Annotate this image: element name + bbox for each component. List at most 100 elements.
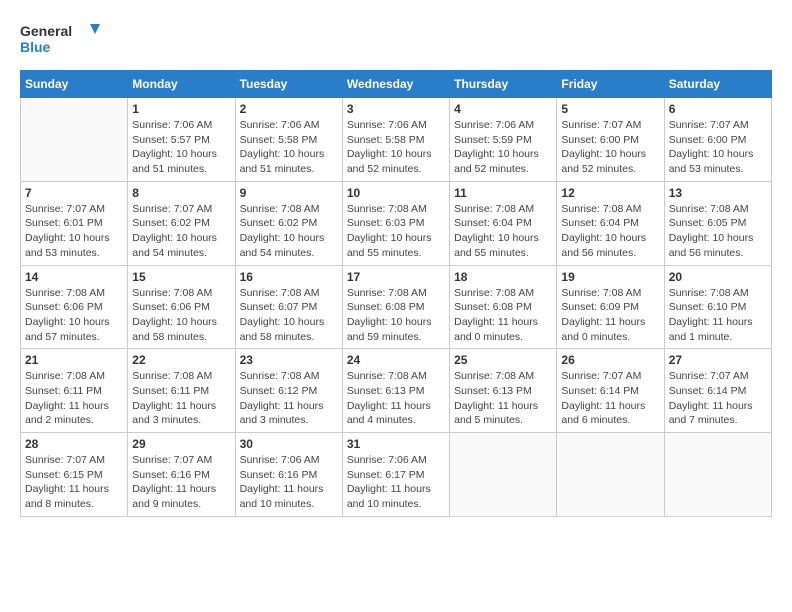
day-number: 2 — [240, 102, 338, 116]
day-number: 30 — [240, 437, 338, 451]
day-info: Sunrise: 7:08 AM Sunset: 6:04 PM Dayligh… — [561, 202, 659, 261]
day-number: 3 — [347, 102, 445, 116]
calendar-cell: 8 Sunrise: 7:07 AM Sunset: 6:02 PM Daylig… — [128, 181, 235, 265]
weekday-header-sunday: Sunday — [21, 71, 128, 98]
day-number: 28 — [25, 437, 123, 451]
calendar-cell: 21 Sunrise: 7:08 AM Sunset: 6:11 PM Dayli… — [21, 349, 128, 433]
day-info: Sunrise: 7:08 AM Sunset: 6:02 PM Dayligh… — [240, 202, 338, 261]
calendar-week-1: 1Sunrise: 7:06 AM Sunset: 5:57 PM Daylig… — [21, 98, 772, 182]
calendar-cell: 16 Sunrise: 7:08 AM Sunset: 6:07 PM Dayli… — [235, 265, 342, 349]
day-number: 6 — [669, 102, 767, 116]
calendar-header: SundayMondayTuesdayWednesdayThursdayFrid… — [21, 71, 772, 98]
calendar-body: 1Sunrise: 7:06 AM Sunset: 5:57 PM Daylig… — [21, 98, 772, 517]
day-number: 12 — [561, 186, 659, 200]
day-number: 14 — [25, 270, 123, 284]
calendar-cell: 23 Sunrise: 7:08 AM Sunset: 6:12 PM Dayli… — [235, 349, 342, 433]
calendar-cell: 2Sunrise: 7:06 AM Sunset: 5:58 PM Daylig… — [235, 98, 342, 182]
day-info: Sunrise: 7:08 AM Sunset: 6:13 PM Dayligh… — [454, 369, 552, 428]
calendar-week-4: 21 Sunrise: 7:08 AM Sunset: 6:11 PM Dayli… — [21, 349, 772, 433]
calendar-cell: 4 Sunrise: 7:06 AM Sunset: 5:59 PM Daylig… — [450, 98, 557, 182]
calendar-cell — [450, 433, 557, 517]
day-number: 7 — [25, 186, 123, 200]
day-info: Sunrise: 7:06 AM Sunset: 5:59 PM Dayligh… — [454, 118, 552, 177]
day-number: 27 — [669, 353, 767, 367]
day-number: 9 — [240, 186, 338, 200]
day-info: Sunrise: 7:08 AM Sunset: 6:09 PM Dayligh… — [561, 286, 659, 345]
weekday-header-thursday: Thursday — [450, 71, 557, 98]
calendar-cell: 14 Sunrise: 7:08 AM Sunset: 6:06 PM Dayli… — [21, 265, 128, 349]
day-info: Sunrise: 7:07 AM Sunset: 6:02 PM Dayligh… — [132, 202, 230, 261]
day-number: 22 — [132, 353, 230, 367]
weekday-header-saturday: Saturday — [664, 71, 771, 98]
day-info: Sunrise: 7:08 AM Sunset: 6:07 PM Dayligh… — [240, 286, 338, 345]
calendar-cell: 27Sunrise: 7:07 AM Sunset: 6:14 PM Dayli… — [664, 349, 771, 433]
calendar-cell: 19 Sunrise: 7:08 AM Sunset: 6:09 PM Dayli… — [557, 265, 664, 349]
calendar-cell: 6 Sunrise: 7:07 AM Sunset: 6:00 PM Daylig… — [664, 98, 771, 182]
day-info: Sunrise: 7:08 AM Sunset: 6:11 PM Dayligh… — [25, 369, 123, 428]
logo-icon: General Blue — [20, 20, 100, 60]
calendar-cell: 17 Sunrise: 7:08 AM Sunset: 6:08 PM Dayli… — [342, 265, 449, 349]
day-info: Sunrise: 7:08 AM Sunset: 6:08 PM Dayligh… — [454, 286, 552, 345]
calendar-cell: 30 Sunrise: 7:06 AM Sunset: 6:16 PM Dayli… — [235, 433, 342, 517]
day-info: Sunrise: 7:08 AM Sunset: 6:06 PM Dayligh… — [25, 286, 123, 345]
day-number: 15 — [132, 270, 230, 284]
calendar-cell — [21, 98, 128, 182]
weekday-header-row: SundayMondayTuesdayWednesdayThursdayFrid… — [21, 71, 772, 98]
day-info: Sunrise: 7:08 AM Sunset: 6:08 PM Dayligh… — [347, 286, 445, 345]
weekday-header-tuesday: Tuesday — [235, 71, 342, 98]
day-info: Sunrise: 7:08 AM Sunset: 6:03 PM Dayligh… — [347, 202, 445, 261]
day-number: 19 — [561, 270, 659, 284]
weekday-header-monday: Monday — [128, 71, 235, 98]
calendar-cell: 9 Sunrise: 7:08 AM Sunset: 6:02 PM Daylig… — [235, 181, 342, 265]
calendar-cell: 25 Sunrise: 7:08 AM Sunset: 6:13 PM Dayli… — [450, 349, 557, 433]
day-info: Sunrise: 7:08 AM Sunset: 6:06 PM Dayligh… — [132, 286, 230, 345]
calendar-cell: 13 Sunrise: 7:08 AM Sunset: 6:05 PM Dayli… — [664, 181, 771, 265]
day-info: Sunrise: 7:08 AM Sunset: 6:05 PM Dayligh… — [669, 202, 767, 261]
calendar-cell: 12 Sunrise: 7:08 AM Sunset: 6:04 PM Dayli… — [557, 181, 664, 265]
day-number: 1 — [132, 102, 230, 116]
calendar-cell: 26 Sunrise: 7:07 AM Sunset: 6:14 PM Dayli… — [557, 349, 664, 433]
calendar-cell: 20Sunrise: 7:08 AM Sunset: 6:10 PM Dayli… — [664, 265, 771, 349]
day-info: Sunrise: 7:08 AM Sunset: 6:12 PM Dayligh… — [240, 369, 338, 428]
day-info: Sunrise: 7:08 AM Sunset: 6:13 PM Dayligh… — [347, 369, 445, 428]
weekday-header-wednesday: Wednesday — [342, 71, 449, 98]
day-info: Sunrise: 7:06 AM Sunset: 6:16 PM Dayligh… — [240, 453, 338, 512]
day-number: 21 — [25, 353, 123, 367]
page-header: General Blue — [20, 20, 772, 60]
day-number: 5 — [561, 102, 659, 116]
calendar-cell: 1Sunrise: 7:06 AM Sunset: 5:57 PM Daylig… — [128, 98, 235, 182]
day-number: 16 — [240, 270, 338, 284]
calendar-cell: 10Sunrise: 7:08 AM Sunset: 6:03 PM Dayli… — [342, 181, 449, 265]
calendar-cell: 31Sunrise: 7:06 AM Sunset: 6:17 PM Dayli… — [342, 433, 449, 517]
day-info: Sunrise: 7:07 AM Sunset: 6:14 PM Dayligh… — [561, 369, 659, 428]
calendar-cell: 5 Sunrise: 7:07 AM Sunset: 6:00 PM Daylig… — [557, 98, 664, 182]
calendar-cell — [557, 433, 664, 517]
day-number: 11 — [454, 186, 552, 200]
day-number: 24 — [347, 353, 445, 367]
day-number: 23 — [240, 353, 338, 367]
calendar-cell: 24 Sunrise: 7:08 AM Sunset: 6:13 PM Dayli… — [342, 349, 449, 433]
day-info: Sunrise: 7:07 AM Sunset: 6:00 PM Dayligh… — [669, 118, 767, 177]
weekday-header-friday: Friday — [557, 71, 664, 98]
calendar-cell: 22Sunrise: 7:08 AM Sunset: 6:11 PM Dayli… — [128, 349, 235, 433]
day-info: Sunrise: 7:06 AM Sunset: 6:17 PM Dayligh… — [347, 453, 445, 512]
day-number: 8 — [132, 186, 230, 200]
calendar-cell: 7Sunrise: 7:07 AM Sunset: 6:01 PM Daylig… — [21, 181, 128, 265]
day-number: 26 — [561, 353, 659, 367]
day-number: 18 — [454, 270, 552, 284]
calendar-cell: 3Sunrise: 7:06 AM Sunset: 5:58 PM Daylig… — [342, 98, 449, 182]
calendar-week-3: 14 Sunrise: 7:08 AM Sunset: 6:06 PM Dayli… — [21, 265, 772, 349]
day-info: Sunrise: 7:08 AM Sunset: 6:10 PM Dayligh… — [669, 286, 767, 345]
svg-text:Blue: Blue — [20, 39, 51, 55]
day-info: Sunrise: 7:07 AM Sunset: 6:00 PM Dayligh… — [561, 118, 659, 177]
day-number: 29 — [132, 437, 230, 451]
day-number: 17 — [347, 270, 445, 284]
logo: General Blue — [20, 20, 100, 60]
day-number: 4 — [454, 102, 552, 116]
calendar-table: SundayMondayTuesdayWednesdayThursdayFrid… — [20, 70, 772, 517]
day-number: 13 — [669, 186, 767, 200]
day-info: Sunrise: 7:07 AM Sunset: 6:16 PM Dayligh… — [132, 453, 230, 512]
calendar-cell: 11Sunrise: 7:08 AM Sunset: 6:04 PM Dayli… — [450, 181, 557, 265]
calendar-cell: 15 Sunrise: 7:08 AM Sunset: 6:06 PM Dayli… — [128, 265, 235, 349]
day-number: 25 — [454, 353, 552, 367]
